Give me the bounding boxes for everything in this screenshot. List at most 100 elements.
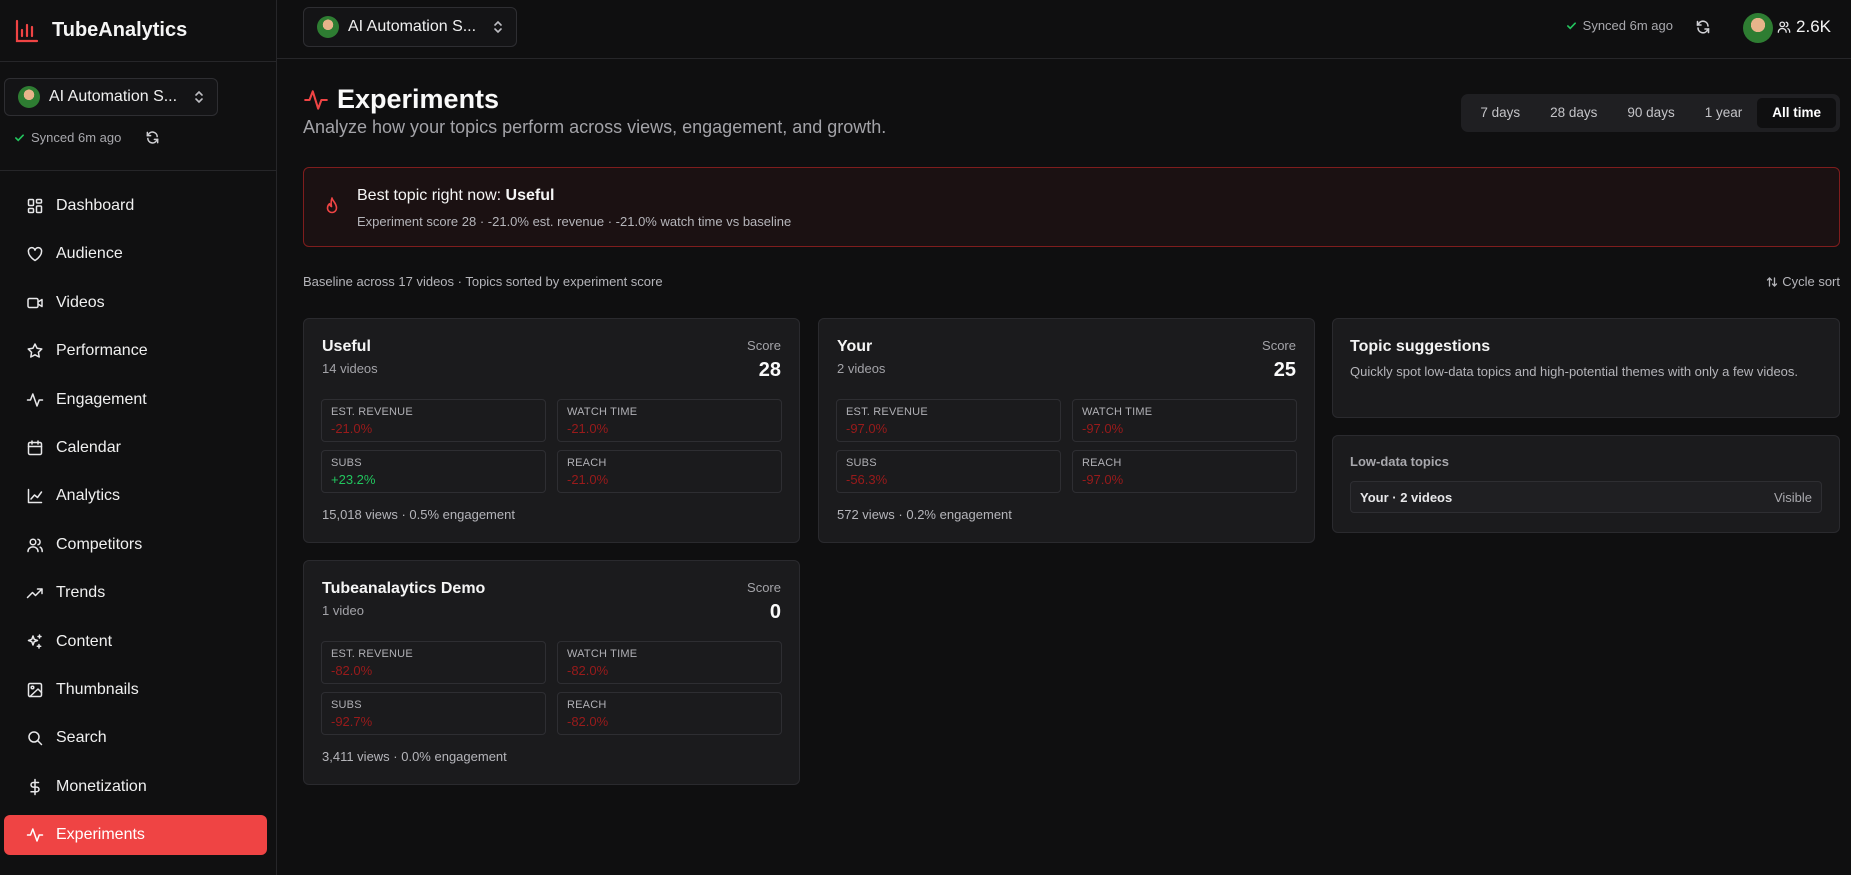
sidebar-item-dashboard[interactable]: Dashboard: [4, 186, 267, 226]
metric-label: SUBS: [331, 457, 362, 469]
topic-card[interactable]: Tubeanalaytics Demo 1 video Score 0 EST. REV…: [303, 560, 800, 785]
sidebar-item-monetization[interactable]: Monetization: [4, 767, 267, 807]
range-tab-90-days[interactable]: 90 days: [1612, 98, 1689, 128]
page-header: Experiments: [303, 84, 499, 115]
sidebar-item-videos[interactable]: Videos: [4, 283, 267, 323]
sidebar-item-label: Videos: [56, 293, 105, 311]
metric-value: -82.0%: [567, 663, 609, 678]
metric-value: -97.0%: [1082, 472, 1124, 487]
metric-label: SUBS: [331, 699, 362, 711]
sync-text: Synced 6m ago: [31, 130, 122, 145]
channel-selector[interactable]: AI Automation S...: [4, 78, 218, 116]
metric-watch: WATCH TIME -82.0%: [557, 641, 782, 684]
metric-subs: SUBS +23.2%: [321, 450, 546, 493]
sync-text: Synced 6m ago: [1582, 18, 1673, 33]
activity-icon: [26, 392, 44, 407]
refresh-icon[interactable]: [145, 130, 160, 145]
low-data-row[interactable]: Your · 2 videos Visible: [1350, 481, 1822, 513]
range-tab-1-year[interactable]: 1 year: [1690, 98, 1758, 128]
sidebar-item-calendar[interactable]: Calendar: [4, 428, 267, 468]
score-label: Score: [747, 580, 781, 595]
bar-chart-icon: [15, 19, 39, 42]
topic-card[interactable]: Your 2 videos Score 25 EST. REVENUE -97.0% WAT…: [818, 318, 1315, 543]
sidebar-item-audience[interactable]: Audience: [4, 234, 267, 274]
sidebar-nav: Dashboard Audience Videos Performance Engage…: [4, 186, 267, 863]
best-topic-banner: Best topic right now: Useful Experiment …: [303, 167, 1840, 247]
channel-avatar: [18, 86, 40, 108]
metric-revenue: EST. REVENUE -21.0%: [321, 399, 546, 442]
cycle-sort-label: Cycle sort: [1782, 274, 1840, 289]
metric-reach: REACH -82.0%: [557, 692, 782, 735]
topic-footer: 3,411 views · 0.0% engagement: [322, 749, 507, 764]
brand[interactable]: TubeAnalytics: [0, 0, 276, 62]
topic-video-count: 14 videos: [322, 361, 378, 376]
sidebar-item-performance[interactable]: Performance: [4, 331, 267, 371]
sync-status: Synced 6m ago: [14, 130, 160, 145]
search-icon: [28, 731, 43, 746]
heart-icon: [27, 247, 43, 262]
topic-suggestions-panel: Topic suggestions Quickly spot low-data …: [1332, 318, 1840, 418]
sidebar-item-search[interactable]: Search: [4, 718, 267, 758]
cycle-sort-button[interactable]: Cycle sort: [1766, 274, 1840, 289]
trending-up-icon: [26, 588, 43, 599]
metric-value: -92.7%: [331, 714, 373, 729]
score-value: 0: [769, 601, 781, 623]
metric-value: -97.0%: [846, 421, 888, 436]
sidebar-item-label: Calendar: [56, 438, 121, 456]
sidebar-item-content[interactable]: Content: [4, 622, 267, 662]
metric-watch: WATCH TIME -21.0%: [557, 399, 782, 442]
range-tab-7-days[interactable]: 7 days: [1465, 98, 1535, 128]
low-data-topic: Your · 2 videos: [1360, 490, 1453, 505]
check-icon: [15, 134, 24, 142]
metric-revenue: EST. REVENUE -82.0%: [321, 641, 546, 684]
metric-reach: REACH -21.0%: [557, 450, 782, 493]
low-data-title: Low-data topics: [1350, 454, 1449, 469]
metric-value: -21.0%: [331, 421, 373, 436]
activity-icon: [26, 828, 44, 842]
time-range-tabs: 7 days 28 days 90 days 1 year All time: [1461, 94, 1840, 132]
sidebar-divider: [0, 170, 276, 171]
metric-subs: SUBS -56.3%: [836, 450, 1061, 493]
channel-name: AI Automation S...: [49, 88, 178, 105]
metric-value: -21.0%: [567, 472, 609, 487]
range-tab-28-days[interactable]: 28 days: [1535, 98, 1612, 128]
sidebar-item-label: Dashboard: [56, 197, 135, 214]
sidebar-item-label: Trends: [56, 584, 106, 602]
chevrons-up-down-icon: [195, 90, 203, 104]
topic-footer: 572 views · 0.2% engagement: [837, 507, 1012, 522]
app-name: TubeAnalytics: [52, 19, 188, 41]
image-icon: [27, 682, 43, 698]
sidebar: TubeAnalytics AI Automation S... Synced …: [0, 0, 277, 875]
topic-video-count: 2 videos: [837, 361, 886, 376]
user-avatar[interactable]: [1743, 13, 1773, 43]
dashboard-icon: [27, 198, 43, 214]
metric-label: EST. REVENUE: [846, 406, 928, 418]
chevrons-up-down-icon: [494, 20, 502, 34]
sidebar-item-engagement[interactable]: Engagement: [4, 380, 267, 420]
sidebar-item-label: Content: [56, 632, 113, 650]
flame-icon: [326, 197, 338, 214]
topic-name: Useful: [322, 338, 371, 355]
metric-value: -56.3%: [846, 472, 888, 487]
suggestions-description: Quickly spot low-data topics and high-po…: [1350, 364, 1799, 379]
top-bar: AI Automation S... Synced 6m ago 2.6K: [277, 0, 1851, 59]
refresh-icon[interactable]: [1695, 19, 1711, 35]
best-topic-prefix: Best topic right now:: [357, 187, 502, 204]
topic-video-count: 1 video: [322, 603, 364, 618]
metric-value: -97.0%: [1082, 421, 1124, 436]
metric-label: WATCH TIME: [567, 648, 638, 660]
sidebar-item-label: Search: [56, 729, 107, 747]
channel-switcher[interactable]: AI Automation S...: [303, 7, 517, 47]
calendar-icon: [27, 440, 43, 456]
suggestions-title: Topic suggestions: [1350, 338, 1491, 355]
sidebar-item-analytics[interactable]: Analytics: [4, 476, 267, 516]
sidebar-item-label: Analytics: [56, 487, 121, 505]
sidebar-item-thumbnails[interactable]: Thumbnails: [4, 670, 267, 710]
subscriber-count: 2.6K: [1777, 17, 1831, 37]
sidebar-item-experiments[interactable]: Experiments: [4, 815, 267, 856]
sidebar-item-trends[interactable]: Trends: [4, 573, 267, 613]
metric-value: -82.0%: [331, 663, 373, 678]
topic-card[interactable]: Useful 14 videos Score 28 EST. REVENUE -21.0%…: [303, 318, 800, 543]
sidebar-item-competitors[interactable]: Competitors: [4, 525, 267, 565]
range-tab-all-time[interactable]: All time: [1757, 98, 1836, 128]
